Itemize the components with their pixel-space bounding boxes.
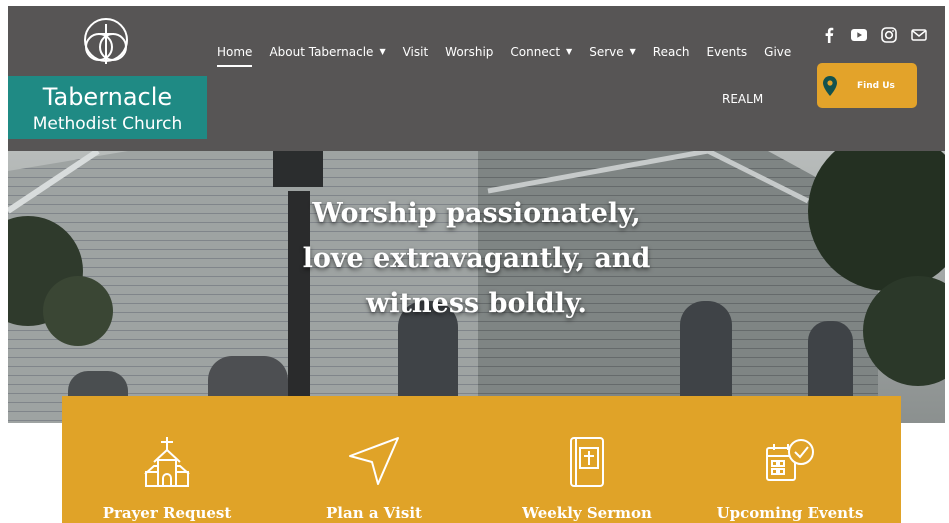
chevron-down-icon: ▼ xyxy=(629,47,636,56)
bible-icon xyxy=(570,437,604,487)
calendar-check-icon xyxy=(766,439,814,481)
feature-title: Plan a Visit xyxy=(326,504,422,522)
find-us-label: Find Us xyxy=(857,80,895,91)
youtube-icon[interactable] xyxy=(850,26,868,44)
nav-label: Connect xyxy=(510,45,561,59)
nav-label: Give xyxy=(764,45,792,59)
hero-section: Worship passionately, love extravagantly… xyxy=(8,151,945,423)
nav-serve[interactable]: Serve ▼ xyxy=(589,45,636,59)
page-frame: Tabernacle Methodist Church Home About T… xyxy=(8,6,945,523)
brand-name[interactable]: Tabernacle Methodist Church xyxy=(8,76,207,139)
nav-label: About Tabernacle xyxy=(269,45,374,59)
hero-line1: Worship passionately, xyxy=(312,198,641,229)
hero-tagline: Worship passionately, love extravagantly… xyxy=(8,191,945,326)
feature-prayer-request[interactable]: Prayer Request xyxy=(67,396,267,523)
features-band: Prayer Request Plan a Visit Weekly Sermo… xyxy=(62,396,901,523)
nav-label: Home xyxy=(217,45,253,59)
feature-title: Prayer Request xyxy=(102,504,232,522)
map-pin-icon xyxy=(823,75,837,96)
feature-plan-visit[interactable]: Plan a Visit xyxy=(274,396,474,523)
instagram-icon[interactable] xyxy=(880,26,898,44)
hero-line2: love extravagantly, and xyxy=(302,243,651,274)
facebook-icon[interactable] xyxy=(820,26,838,44)
social-links xyxy=(820,26,940,44)
brand-line2: Methodist Church xyxy=(32,114,183,134)
nav-about[interactable]: About Tabernacle ▼ xyxy=(269,45,385,59)
nav-label: Worship xyxy=(445,45,494,59)
nav-visit[interactable]: Visit xyxy=(403,45,429,59)
find-us-button[interactable]: Find Us xyxy=(817,63,917,108)
nav-label: Visit xyxy=(402,45,429,59)
nav-label: Reach xyxy=(652,45,690,59)
cross-circles-logo-icon[interactable] xyxy=(78,14,134,74)
chevron-down-icon: ▼ xyxy=(566,47,573,56)
nav-home[interactable]: Home xyxy=(217,45,253,67)
chevron-down-icon: ▼ xyxy=(379,47,386,56)
nav-reach[interactable]: Reach xyxy=(653,45,690,59)
nav-events[interactable]: Events xyxy=(707,45,748,59)
feature-upcoming-events[interactable]: Upcoming Events xyxy=(690,396,890,523)
nav-label: Serve xyxy=(589,45,624,59)
nav-worship[interactable]: Worship xyxy=(445,45,493,59)
nav-connect[interactable]: Connect ▼ xyxy=(510,45,572,59)
feature-title: Upcoming Events xyxy=(716,504,864,522)
feature-weekly-sermon[interactable]: Weekly Sermon xyxy=(487,396,687,523)
email-icon[interactable] xyxy=(910,26,928,44)
brand-line1: Tabernacle xyxy=(42,83,173,111)
church-icon xyxy=(144,437,190,487)
nav-label: Events xyxy=(706,45,748,59)
hero-line3: witness boldly. xyxy=(366,288,587,319)
feature-title: Weekly Sermon xyxy=(522,504,652,522)
main-nav: Home About Tabernacle ▼ Visit Worship Co… xyxy=(217,42,808,67)
send-arrow-icon xyxy=(349,437,399,485)
nav-realm[interactable]: REALM xyxy=(722,92,763,106)
site-header: Tabernacle Methodist Church Home About T… xyxy=(8,6,945,151)
nav-give[interactable]: Give xyxy=(764,45,791,59)
